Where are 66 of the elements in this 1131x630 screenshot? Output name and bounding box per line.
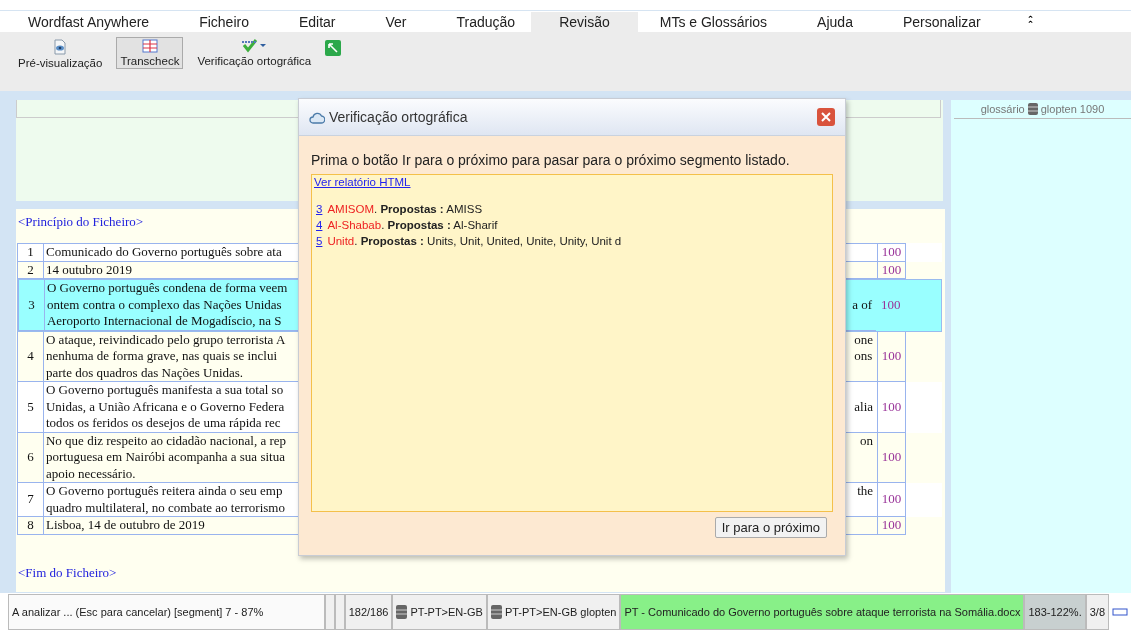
close-icon[interactable] [817, 108, 835, 126]
next-button[interactable]: Ir para o próximo [714, 517, 827, 538]
suggestion-text: Unitd. Propostas : Units, Unit, United, Unite, Unity, Unit d [327, 234, 622, 249]
menu-tab[interactable]: Revisão [531, 11, 638, 32]
segment-link[interactable]: 4 [316, 217, 323, 233]
target-text: a of [852, 295, 874, 314]
source-text: O Governo português reitera ainda o seu emp quadro multilateral, no combate ao terrorismo [45, 483, 285, 516]
status-text: 183-122%. [1024, 594, 1086, 630]
menu-tab[interactable]: Editar [298, 11, 336, 32]
source-text: O Governo português condena de forma veem ontem contra o complexo das Nações Unidas Aeroporto Internacional de Mogadíscio, na S [46, 280, 288, 330]
table-icon [141, 39, 158, 53]
database-icon [1027, 103, 1038, 115]
cloud-icon [309, 110, 325, 124]
menu-tab[interactable]: MTs e Glossários [659, 11, 768, 32]
status-cell [325, 594, 335, 630]
match-score: 100 [877, 243, 907, 262]
match-score: 100 [877, 517, 907, 535]
dialog-title: Verificação ortográfica [329, 109, 468, 125]
menu-tab[interactable]: Wordfast Anywhere [28, 11, 150, 32]
source-text: 14 outubro 2019 [45, 261, 132, 278]
menu-tab[interactable]: Ver [385, 11, 407, 32]
status-text: 3/8 [1085, 594, 1109, 630]
menu-tab[interactable]: Ficheiro [199, 11, 249, 32]
menu-tab[interactable]: Ajuda [817, 11, 853, 32]
target-text: the [857, 483, 875, 500]
menu-tab[interactable]: Personalizar [902, 11, 981, 32]
file-start-marker: <Princípio do Ficheiro> [17, 214, 144, 230]
spellcheck-icon [241, 39, 268, 53]
glossary-name: glopten 1090 [1040, 103, 1105, 115]
status-cell [335, 594, 345, 630]
bar-icon[interactable] [1112, 608, 1128, 616]
status-text: A analizar ... (Esc para cancelar) [segment] 7 - 87% [8, 594, 326, 630]
segment-number: 5 [17, 382, 44, 433]
source-text: O Governo português manifesta a sua total so Unidas, a União Africana e o Governo Federa todos os feridos os desejos de uma rápida rec [45, 382, 285, 432]
source-text: O ataque, reivindicado pelo grupo terrorista A nenhuma de forma grave, nas quais se inclui parte dos quadros das Nações Unidas. [45, 331, 286, 381]
suggestion-text: AMISOM. Propostas : AMISS [327, 202, 483, 217]
source-text: Comunicado do Governo português sobre ata [45, 244, 282, 261]
source-text: No que diz respeito ao cidadão nacional, a rep portuguesa em Nairóbi acompanha a sua situa apoio necessário. [45, 432, 286, 482]
status-text: 182/186 [344, 594, 393, 630]
segment-number: 8 [17, 517, 44, 535]
match-score: 100 [879, 295, 902, 314]
toolbar-button[interactable]: Transcheck [116, 37, 184, 69]
report-link[interactable]: Ver relatório HTML [314, 176, 411, 188]
document-eye-icon [53, 39, 68, 55]
segment-number: 1 [17, 243, 44, 262]
segment-number: 3 [18, 280, 45, 331]
toolbar-button[interactable]: Pré-visualização [14, 37, 107, 71]
segment-link[interactable]: 3 [316, 201, 323, 217]
target-text: on [860, 432, 875, 450]
collapse-button[interactable]: ⌃ ⌃ [1026, 16, 1035, 27]
suggestion-text: Al-Shabab. Propostas : Al-Sharif [327, 218, 498, 233]
target-text: alia [854, 397, 875, 416]
toolbar-button[interactable]: Verificação ortográfica [193, 37, 316, 69]
source-text: Lisboa, 14 de outubro de 2019 [45, 517, 205, 534]
database-icon [490, 605, 502, 619]
file-end-marker: <Fim do Ficheiro> [17, 564, 117, 581]
segment-link[interactable]: 5 [316, 233, 323, 249]
status-text: PT-PT>EN-GB [410, 606, 483, 618]
status-text: PT - Comunicado do Governo português sobre ataque terrorista na Somália.docx [620, 594, 1025, 630]
database-icon [396, 605, 408, 619]
menu-tab[interactable]: Tradução [456, 11, 516, 32]
instruction-text: Prima o botão Ir para o próximo para pasar para o próximo segmento listado. [311, 152, 791, 168]
match-score: 100 [877, 382, 907, 433]
target-text: one ons [854, 331, 875, 365]
glossary-label: glossário [980, 103, 1025, 115]
status-text: PT-PT>EN-GB glopten [504, 606, 617, 618]
